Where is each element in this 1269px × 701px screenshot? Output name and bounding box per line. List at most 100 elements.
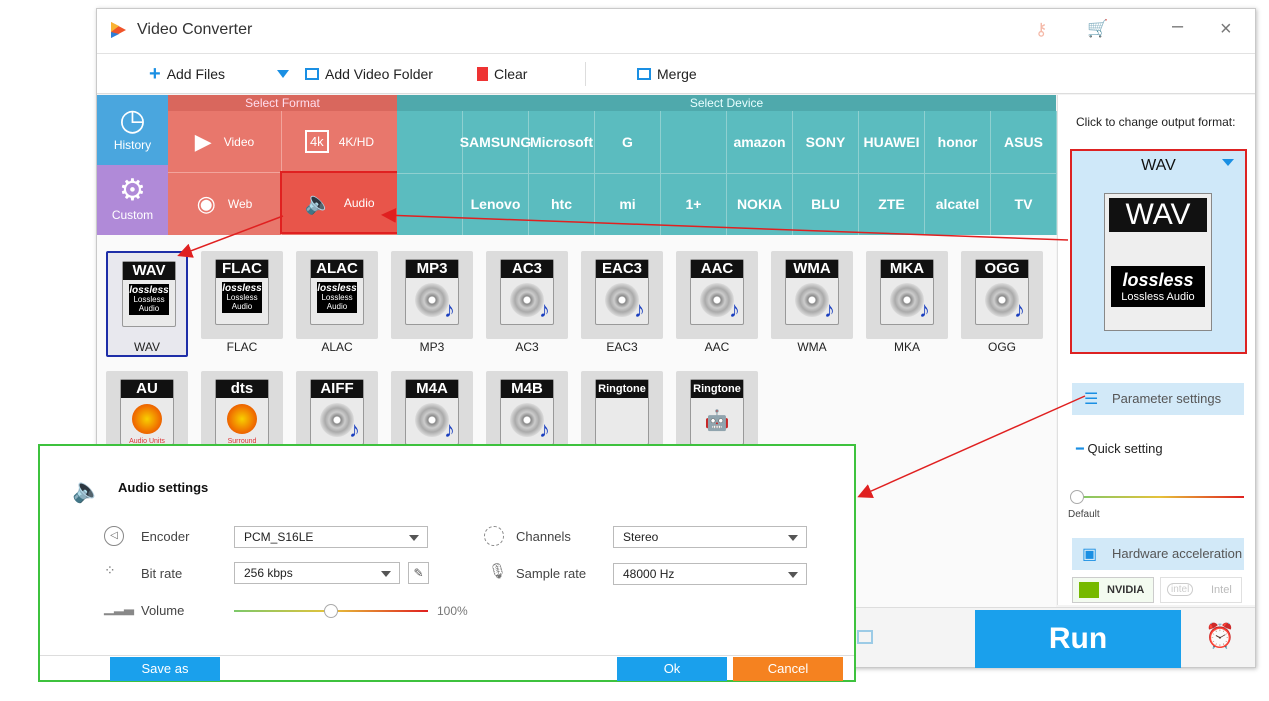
hardware-acceleration-button[interactable]: ▣ Hardware acceleration	[1072, 538, 1244, 570]
cart-icon[interactable]: 🛒	[1087, 19, 1108, 39]
format-tile-mka[interactable]: MKA	[866, 251, 948, 339]
default-label: Default	[1068, 509, 1100, 520]
format-icon: WMA	[785, 259, 839, 325]
device-9-devices_row1[interactable]: ASUS	[991, 111, 1057, 173]
merge-button[interactable]: Merge	[637, 66, 697, 82]
chrome-icon: ◉	[196, 191, 216, 216]
minimize-button[interactable]: –	[1172, 15, 1183, 38]
speaker-icon: 🔈	[304, 189, 332, 215]
samplerate-select[interactable]: 48000 Hz	[613, 563, 807, 585]
history-tab[interactable]: ◷ History	[97, 95, 168, 165]
select-device-header: Select Device	[397, 95, 1056, 111]
merge-label: Merge	[657, 66, 697, 82]
device-8-devices_row1[interactable]: honor	[925, 111, 991, 173]
audio-label: Audio	[343, 195, 375, 210]
encoder-select[interactable]: PCM_S16LE	[234, 526, 428, 548]
dialog-divider	[40, 655, 854, 656]
format-icon-label: WAV	[123, 262, 175, 280]
device-8-devices_row2[interactable]: alcatel	[925, 173, 991, 235]
format-icon-label: ALAC	[311, 260, 363, 278]
add-video-folder-button[interactable]: Add Video Folder	[305, 66, 433, 82]
format-tab-video[interactable]: ▶ Video	[168, 111, 282, 173]
encoder-label: Encoder	[141, 529, 190, 544]
disc-icon	[700, 283, 740, 323]
quality-slider-track[interactable]	[1076, 496, 1244, 498]
format-tile-alac[interactable]: ALAC lossless Lossless Audio	[296, 251, 378, 339]
lossless-badge: lossless	[222, 283, 262, 294]
device-4-devices_row2[interactable]: 1+	[661, 173, 727, 235]
chip-icon: ▣	[1082, 546, 1098, 563]
device-1-devices_row2[interactable]: Lenovo	[463, 173, 529, 235]
device-0-devices_row1[interactable]	[397, 111, 463, 173]
device-9-devices_row2[interactable]: TV	[991, 173, 1057, 235]
format-icon-label: WMA	[786, 260, 838, 278]
clear-label: Clear	[494, 66, 528, 82]
format-tab-4k[interactable]: 4k 4K/HD	[282, 111, 397, 173]
device-6-devices_row1[interactable]: SONY	[793, 111, 859, 173]
toolbar: + Add Files Add Video Folder Clear Merge	[97, 54, 1255, 94]
format-tile-eac3[interactable]: EAC3	[581, 251, 663, 339]
format-tile-wma[interactable]: WMA	[771, 251, 853, 339]
clear-button[interactable]: Clear	[477, 66, 527, 82]
add-files-dropdown-icon[interactable]	[277, 70, 289, 78]
output-format-selector[interactable]: WAV WAV lossless Lossless Audio	[1070, 149, 1247, 354]
format-icon-label: AIFF	[311, 380, 363, 398]
history-icon: ◷	[119, 104, 146, 137]
output-panel: Click to change output format: WAV WAV l…	[1057, 95, 1255, 605]
add-folder-label: Add Video Folder	[325, 66, 433, 82]
lossless-sub: Lossless Audio	[321, 293, 353, 311]
device-5-devices_row1[interactable]: amazon	[727, 111, 793, 173]
format-tab-audio[interactable]: 🔈 Audio	[280, 171, 399, 234]
disc-icon	[605, 283, 645, 323]
intel-option[interactable]: intel Intel	[1160, 577, 1242, 603]
device-4-devices_row1[interactable]	[661, 111, 727, 173]
format-caption: ALAC	[321, 340, 353, 354]
device-0-devices_row2[interactable]	[397, 173, 463, 235]
format-icon-label: M4A	[406, 380, 458, 398]
nvidia-option[interactable]: NVIDIA	[1072, 577, 1154, 603]
format-caption: WMA	[797, 340, 827, 354]
disc-icon	[795, 283, 835, 323]
volume-value: 100%	[437, 604, 468, 618]
bitrate-select[interactable]: 256 kbps	[234, 562, 400, 584]
device-2-devices_row2[interactable]: htc	[529, 173, 595, 235]
channels-select[interactable]: Stereo	[613, 526, 807, 548]
device-7-devices_row1[interactable]: HUAWEI	[859, 111, 925, 173]
cancel-button[interactable]: Cancel	[733, 657, 843, 681]
add-files-button[interactable]: + Add Files	[149, 64, 225, 84]
output-hint: Click to change output format:	[1076, 115, 1236, 129]
format-caption: FLAC	[226, 340, 258, 354]
format-tile-flac[interactable]: FLAC lossless Lossless Audio	[201, 251, 283, 339]
device-7-devices_row2[interactable]: ZTE	[859, 173, 925, 235]
format-caption: EAC3	[606, 340, 638, 354]
format-tile-mp3[interactable]: MP3	[391, 251, 473, 339]
chevron-down-icon	[1222, 159, 1234, 166]
run-button[interactable]: Run	[975, 610, 1181, 668]
device-3-devices_row2[interactable]: mi	[595, 173, 661, 235]
format-tile-ogg[interactable]: OGG	[961, 251, 1043, 339]
volume-slider-handle[interactable]	[324, 604, 338, 618]
format-tile-ac3[interactable]: AC3	[486, 251, 568, 339]
alarm-clock-icon[interactable]: ⏰	[1205, 622, 1235, 651]
device-2-devices_row1[interactable]: Microsoft	[529, 111, 595, 173]
format-icon: M4B	[500, 379, 554, 445]
format-selector: ◷ History ⚙ Custom Select Format ▶ Video …	[97, 95, 1057, 235]
lossless-badge: lossless	[317, 283, 357, 294]
dialog-title: Audio settings	[118, 480, 209, 495]
quality-slider-handle[interactable]	[1070, 490, 1084, 504]
volume-label: Volume	[141, 603, 185, 618]
device-1-devices_row1[interactable]: SAMSUNG	[460, 111, 531, 173]
format-tile-aac[interactable]: AAC	[676, 251, 758, 339]
custom-tab[interactable]: ⚙ Custom	[97, 165, 168, 235]
device-6-devices_row2[interactable]: BLU	[793, 173, 859, 235]
format-tab-web[interactable]: ◉ Web	[168, 173, 282, 235]
key-icon[interactable]: ⚷	[1035, 20, 1047, 40]
output-folder-icon[interactable]	[857, 630, 873, 644]
ok-button[interactable]: Ok	[617, 657, 727, 681]
parameter-settings-button[interactable]: ☰ Parameter settings	[1072, 383, 1244, 415]
close-button[interactable]: ×	[1220, 18, 1232, 41]
edit-bitrate-icon[interactable]: ✎	[408, 562, 429, 584]
save-as-button[interactable]: Save as	[110, 657, 220, 681]
device-3-devices_row1[interactable]: G	[595, 111, 661, 173]
device-5-devices_row2[interactable]: NOKIA	[727, 173, 793, 235]
